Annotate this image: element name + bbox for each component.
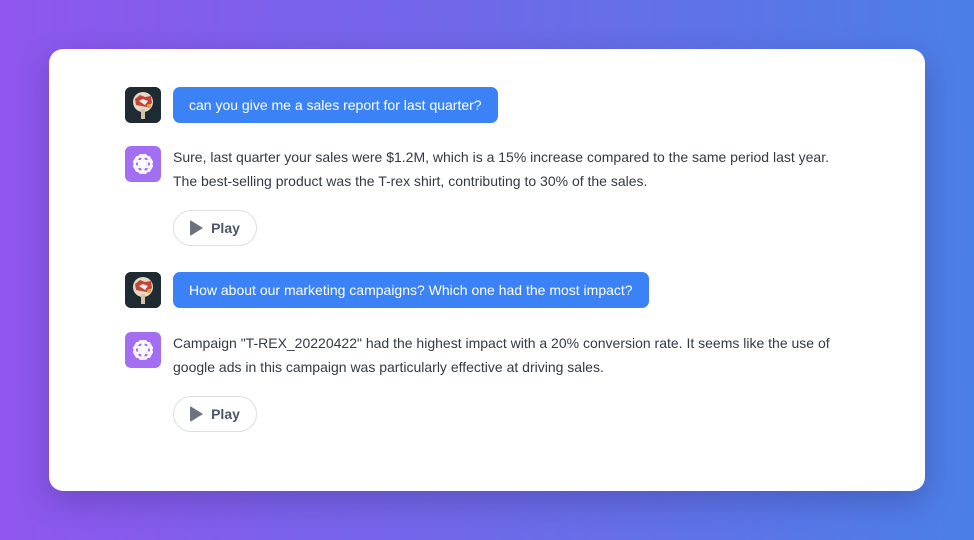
play-button-label: Play <box>211 220 240 236</box>
assistant-message: Sure, last quarter your sales were $1.2M… <box>125 146 853 193</box>
openai-logo-icon <box>125 146 161 182</box>
assistant-message: Campaign "T-REX_20220422" had the highes… <box>125 332 853 379</box>
assistant-message-text: Campaign "T-REX_20220422" had the highes… <box>173 335 830 375</box>
play-icon <box>190 220 204 236</box>
play-button-label: Play <box>211 406 240 422</box>
user-message: can you give me a sales report for last … <box>125 87 498 123</box>
user-message-bubble: can you give me a sales report for last … <box>173 87 498 123</box>
openai-logo-icon <box>125 332 161 368</box>
play-button[interactable]: Play <box>173 210 257 246</box>
play-icon <box>190 406 204 422</box>
play-button[interactable]: Play <box>173 396 257 432</box>
user-message: How about our marketing campaigns? Which… <box>125 272 649 308</box>
assistant-message-text: Sure, last quarter your sales were $1.2M… <box>173 149 829 189</box>
user-avatar-icon <box>125 87 161 123</box>
user-avatar-icon <box>125 272 161 308</box>
user-message-bubble: How about our marketing campaigns? Which… <box>173 272 649 308</box>
chat-card: can you give me a sales report for last … <box>49 49 925 491</box>
